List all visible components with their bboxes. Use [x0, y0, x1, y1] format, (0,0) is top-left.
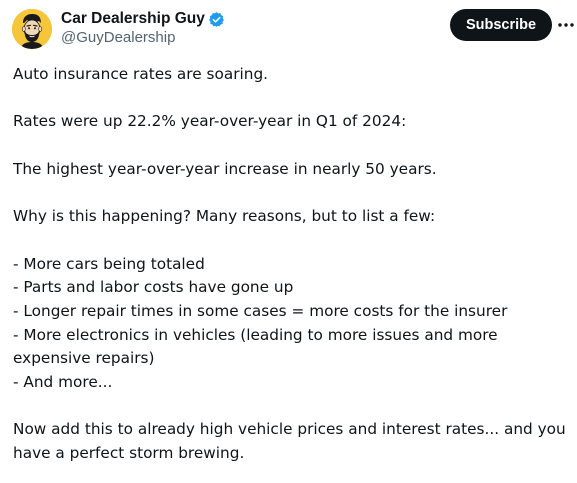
tweet-conclusion: Now add this to already high vehicle pri… — [13, 420, 566, 463]
list-item: - And more... — [13, 373, 113, 392]
tweet: Car Dealership Guy @GuyDealership Subscr… — [0, 0, 577, 483]
author-display-name[interactable]: Car Dealership Guy — [61, 10, 205, 28]
tweet-question: Why is this happening? Many reasons, but… — [13, 207, 436, 226]
subscribe-button[interactable]: Subscribe — [450, 9, 552, 41]
list-item: - More electronics in vehicles (leading … — [13, 325, 498, 368]
list-item: - More cars being totaled — [13, 254, 205, 273]
tweet-stat: Rates were up 22.2% year-over-year in Q1… — [13, 112, 407, 131]
tweet-intro: Auto insurance rates are soaring. — [13, 65, 269, 83]
tweet-highlight: The highest year-over-year increase in n… — [13, 159, 437, 178]
list-item: - Longer repair times in some cases = mo… — [13, 301, 508, 320]
more-horizontal-icon[interactable] — [557, 15, 575, 35]
cartoon-face-avatar-icon — [12, 9, 52, 49]
list-item: - Parts and labor costs have gone up — [13, 278, 294, 297]
tweet-text: Auto insurance rates are soaring. Rates … — [13, 63, 571, 466]
avatar[interactable] — [12, 9, 52, 49]
author-name-row: Car Dealership Guy — [61, 9, 225, 29]
author-handle[interactable]: @GuyDealership — [61, 29, 175, 46]
verified-badge-icon — [208, 11, 225, 28]
reasons-list: - More cars being totaled - Parts and la… — [13, 253, 571, 395]
